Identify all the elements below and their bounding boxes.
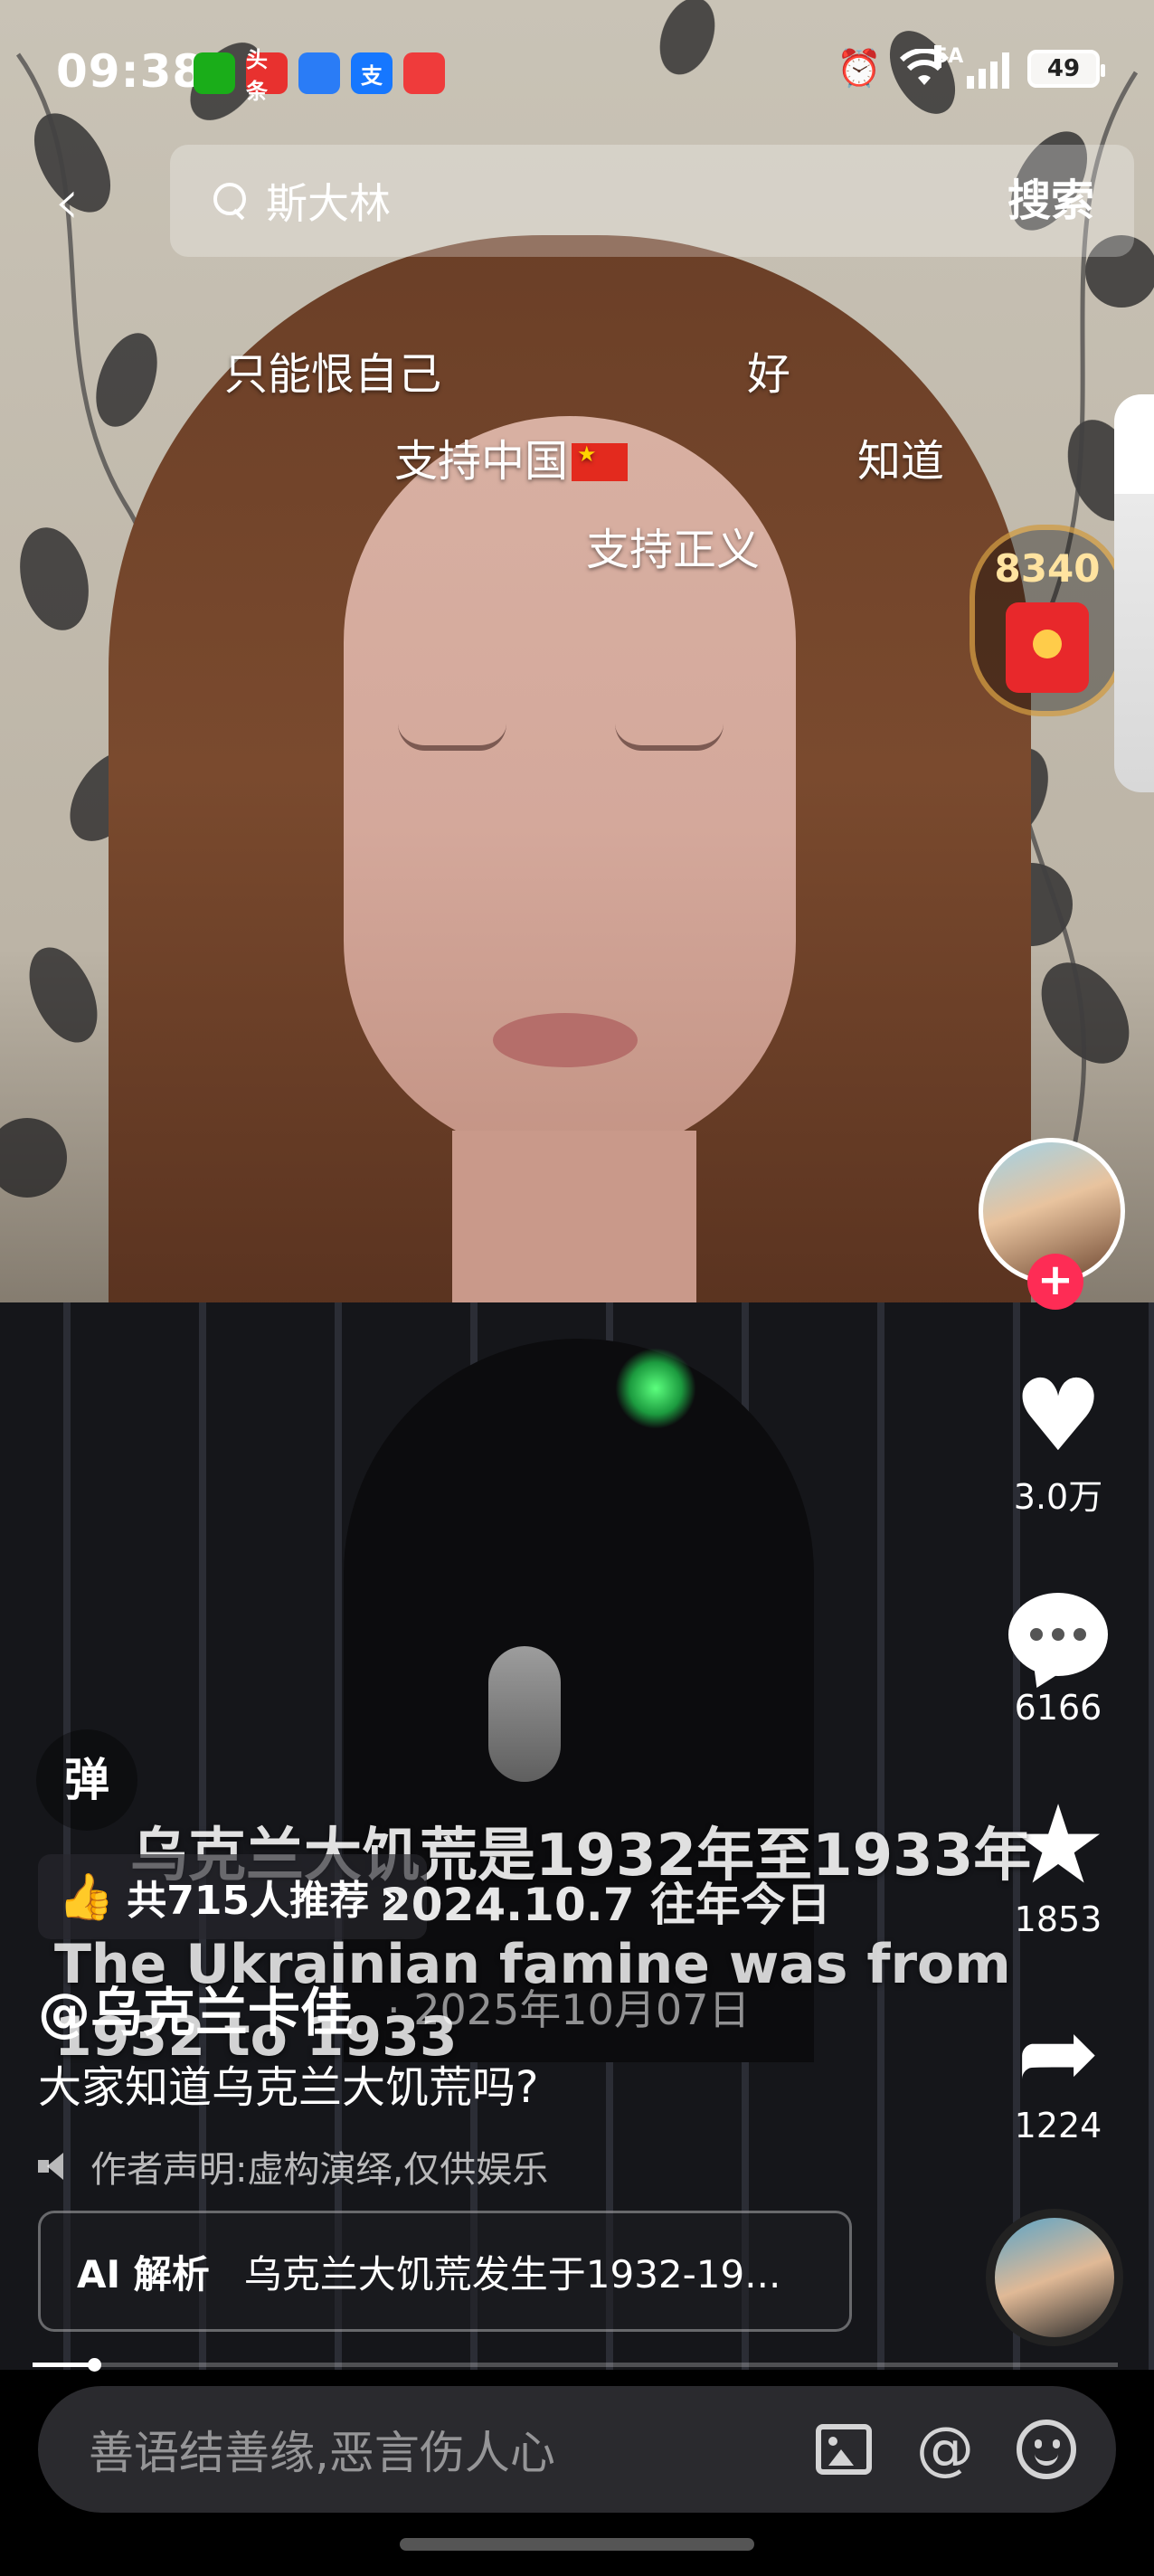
emoji-button[interactable] (1015, 2418, 1078, 2481)
danmaku-comment: 支持正义 (586, 525, 761, 575)
alarm-icon: ⏰ (837, 48, 882, 90)
video-description[interactable]: 大家知道乌克兰大饥荒吗? (38, 2051, 538, 2115)
danmaku-text: 支持中国 (394, 436, 569, 487)
red-packet-icon (1006, 602, 1089, 693)
status-time: 09:38 (56, 45, 205, 98)
red-packet-count: 8340 (994, 546, 1101, 591)
wechat-icon (194, 52, 235, 94)
alipay-icon: 支 (351, 52, 393, 94)
emoji-icon (1017, 2420, 1076, 2479)
music-disc[interactable] (986, 2209, 1123, 2346)
side-drawer-handle[interactable] (1114, 394, 1154, 792)
ai-analysis-text: 乌克兰大饥荒发生于1932-19... (243, 2251, 781, 2297)
follow-button[interactable]: + (1027, 1254, 1083, 1310)
status-indicators: ⏰ 5A 49 (837, 44, 1105, 90)
thumbs-up-icon: 👍 (58, 1870, 115, 1923)
danmaku-toggle-button[interactable]: 弹 (36, 1729, 137, 1831)
ai-analysis-card[interactable]: AI 解析 乌克兰大饥荒发生于1932-19... (38, 2211, 852, 2332)
image-picker-button[interactable] (812, 2418, 875, 2481)
author-declaration: 作者声明:虚构演绎,仅供娱乐 (38, 2140, 548, 2192)
comment-input[interactable]: 善语结善缘,恶言伤人心 @ (38, 2386, 1116, 2513)
back-button[interactable]: ‹ (54, 170, 80, 233)
progress-knob[interactable] (88, 2358, 101, 2372)
declaration-text: 作者声明:虚构演绎,仅供娱乐 (90, 2149, 549, 2191)
share-count: 1224 (1014, 2106, 1102, 2145)
like-count: 3.0万 (1013, 1477, 1103, 1517)
battery-icon: 49 (1027, 49, 1105, 88)
toutiao-icon: 头条 (246, 47, 288, 104)
comment-button[interactable]: 6166 (995, 1585, 1121, 1728)
pendant-necklace (488, 1646, 561, 1782)
like-button[interactable]: ♥ 3.0万 (995, 1366, 1121, 1519)
danmaku-comment: 支持中国 (394, 425, 629, 488)
cellular-signal-icon: 5A (934, 44, 1009, 89)
recommend-chip[interactable]: 👍 共715人推荐 › (38, 1854, 428, 1939)
subject-eye-left (398, 724, 506, 751)
network-type: 5A (934, 44, 964, 68)
subject-mouth (493, 1013, 638, 1067)
danmaku-comment: 只能恨自己 (224, 349, 442, 400)
author-name[interactable]: @乌克兰卡佳 (38, 1970, 353, 2046)
search-button[interactable]: 搜索 (1007, 145, 1094, 257)
video-progress-bar[interactable] (33, 2358, 1118, 2372)
ai-analysis-label: AI 解析 (77, 2251, 210, 2297)
comment-placeholder[interactable]: 善语结善缘,恶言伤人心 (89, 2417, 812, 2482)
china-flag-icon (572, 441, 629, 481)
green-light (615, 1348, 696, 1429)
comment-bubble-icon (1008, 1593, 1108, 1676)
mention-button[interactable]: @ (913, 2416, 977, 2483)
heart-icon: ♥ (1013, 1358, 1103, 1473)
recommend-text: 共715人推荐 (127, 1878, 370, 1924)
post-date: · 2025年10月07日 (387, 1985, 751, 2034)
status-bar: 09:38 头条 支 ⏰ 5A 49 (0, 0, 1154, 145)
search-icon (213, 183, 250, 219)
red-packet-widget[interactable]: 8340 (970, 525, 1125, 716)
image-icon (816, 2424, 872, 2475)
video-player-screen: 09:38 头条支 ⏰ 5A 49 ‹ 斯大林 搜索 只能恨自己 好 支持中国 … (0, 0, 1154, 2576)
notification-icons: 头条 支 (194, 47, 445, 104)
on-this-day-tag[interactable]: 2024.10.7 往年今日 (380, 1869, 831, 1934)
danmaku-comment: 知道 (857, 436, 945, 487)
danmaku-comment: 好 (747, 349, 791, 400)
at-icon: @ (916, 2416, 974, 2483)
speaker-icon (38, 2153, 72, 2180)
search-bar[interactable]: 斯大林 搜索 (170, 145, 1134, 257)
progress-fill (33, 2363, 94, 2367)
search-query[interactable]: 斯大林 (266, 171, 391, 231)
messages-icon (298, 52, 340, 94)
home-indicator[interactable] (400, 2538, 754, 2551)
reader-icon (403, 52, 445, 94)
subject-eye-right (615, 724, 724, 751)
comment-count: 6166 (1014, 1688, 1102, 1728)
